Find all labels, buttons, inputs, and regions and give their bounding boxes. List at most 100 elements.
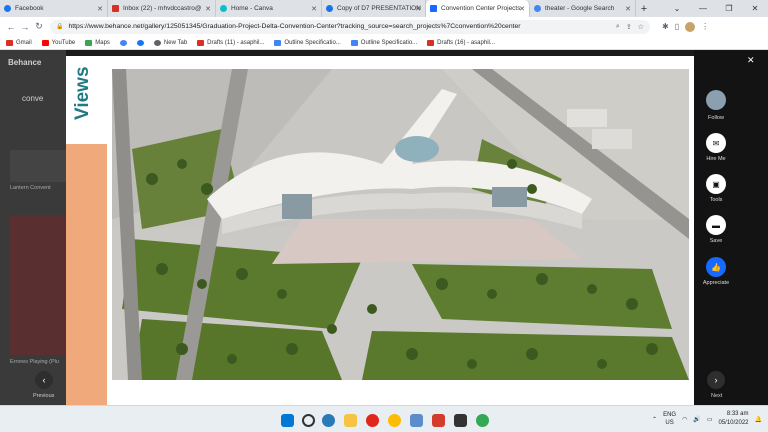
forward-icon[interactable]: → [18, 22, 32, 32]
menu-icon[interactable]: ⋮ [701, 22, 709, 31]
close-icon[interactable]: ✕ [747, 55, 755, 66]
tools-button[interactable]: ▣ [706, 174, 726, 194]
close-icon[interactable]: ✕ [205, 5, 211, 13]
start-icon[interactable] [281, 414, 294, 427]
globe-icon [153, 39, 161, 46]
tab-theater-search[interactable]: theater - Google Search ✕ [530, 0, 636, 17]
behance-icon [430, 5, 437, 12]
notifications-icon[interactable]: 🔔 [755, 416, 762, 423]
chrome-profile-icon[interactable] [476, 414, 489, 427]
language-indicator[interactable]: ENG US [663, 411, 676, 427]
edge-icon[interactable] [322, 414, 335, 427]
follow-label[interactable]: Follow [686, 115, 746, 121]
background-gallery: Behance conve Lantern Convent Errores Pl… [0, 50, 66, 405]
aerial-render-image [112, 69, 689, 380]
settings-icon[interactable] [410, 414, 423, 427]
sidebar-icon[interactable]: ▯ [675, 22, 679, 31]
project-thumbnail[interactable] [10, 215, 66, 355]
search-text: conve [22, 94, 44, 103]
facebook-icon [4, 5, 11, 12]
close-window-icon[interactable]: ✕ [742, 0, 768, 17]
google-icon [534, 5, 541, 12]
volume-icon[interactable]: 🔊 [693, 416, 700, 423]
bookmark-drafts-11[interactable]: Drafts (11) - asaphil... [197, 39, 264, 46]
tab-convention-center[interactable]: Convention Center Projects ✕ [426, 0, 530, 17]
mail-icon: ✉ [712, 138, 720, 148]
system-tray: ⌃ ENG US ◠ 🔊 ▭ 8:33 am 05/10/2022 🔔 [652, 410, 762, 428]
toolbar-right: ✱ ▯ ⋮ [662, 21, 709, 32]
address-bar: ← → ↻ 🔒 https://www.behance.net/gallery/… [0, 17, 768, 36]
behance-logo: Behance [8, 58, 42, 67]
close-icon[interactable]: ✕ [625, 5, 631, 13]
views-title: Views [72, 66, 93, 120]
bookmark-new-tab[interactable]: New Tab [153, 39, 187, 46]
tab-canva[interactable]: Home - Canva ✕ [216, 0, 322, 17]
project-caption: Lantern Convent [10, 185, 51, 191]
folder-icon: ▬ [712, 220, 720, 230]
bookmark-youtube[interactable]: YouTube [41, 39, 75, 46]
canva-icon [220, 5, 227, 12]
bookmark-outline-1[interactable]: Outline Specificatio... [274, 39, 341, 46]
close-icon[interactable]: ✕ [519, 5, 525, 13]
chrome-icon[interactable] [388, 414, 401, 427]
project-thumbnail[interactable] [10, 150, 66, 182]
behance-page: Behance conve Lantern Convent Errores Pl… [0, 50, 768, 405]
docs-icon [350, 39, 358, 46]
next-button[interactable]: › [707, 371, 725, 389]
owner-avatar[interactable] [706, 90, 726, 110]
tab-inbox[interactable]: Inbox (22) - mhvdccastro@ ✕ [108, 0, 216, 17]
orange-accent-strip [66, 144, 107, 405]
bookmark-chrome[interactable] [119, 39, 127, 46]
tab-presentation[interactable]: Copy of D7 PRESENTATION ✕ [322, 0, 426, 17]
save-button[interactable]: ▬ [706, 215, 726, 235]
maps-icon [85, 39, 93, 46]
close-icon[interactable]: ✕ [311, 5, 317, 13]
clock[interactable]: 8:33 am 05/10/2022 [718, 410, 748, 428]
profile-avatar[interactable] [685, 21, 696, 32]
back-icon[interactable]: ← [4, 22, 18, 32]
tab-facebook[interactable]: Facebook ✕ [0, 0, 108, 17]
lock-icon[interactable]: 🔒 [56, 23, 63, 30]
file-explorer-icon[interactable] [344, 414, 357, 427]
bookmark-facebook[interactable] [136, 39, 144, 46]
previous-button[interactable]: ‹ [35, 371, 53, 389]
battery-icon[interactable]: ▭ [707, 416, 713, 423]
close-icon[interactable]: ✕ [97, 5, 103, 13]
maximize-icon[interactable]: ❐ [716, 0, 742, 17]
gmail-icon [197, 39, 205, 46]
youtube-icon [41, 39, 49, 46]
bookmark-outline-2[interactable]: Outline Specificatio... [350, 39, 417, 46]
extensions-icon[interactable]: ✱ [662, 22, 669, 31]
gmail-icon [112, 5, 119, 12]
star-icon[interactable]: ☆ [638, 23, 644, 31]
bookmark-drafts-16[interactable]: Drafts (16) - asaphil... [427, 39, 495, 46]
zoom-icon[interactable]: ⌕ [616, 23, 620, 31]
reload-icon[interactable]: ↻ [32, 21, 46, 32]
bookmark-gmail[interactable]: Gmail [6, 39, 32, 46]
close-icon[interactable]: ✕ [415, 5, 421, 13]
chevron-down-icon[interactable]: ⌄ [664, 0, 690, 17]
facebook-icon [136, 39, 144, 46]
url-input[interactable]: 🔒 https://www.behance.net/gallery/125051… [50, 19, 650, 34]
wifi-icon[interactable]: ◠ [682, 416, 687, 423]
project-caption: Errores Playing (Plu [10, 359, 59, 365]
search-icon[interactable] [302, 414, 315, 427]
new-tab-button[interactable]: + [636, 3, 652, 15]
tab-strip: Facebook ✕ Inbox (22) - mhvdccastro@ ✕ H… [0, 0, 768, 17]
appreciate-button[interactable]: 👍 [706, 257, 726, 277]
tools-icon: ▣ [712, 179, 720, 189]
acrobat-icon[interactable] [432, 414, 445, 427]
window-controls: ⌄ — ❐ ✕ [664, 0, 768, 17]
docs-icon [274, 39, 282, 46]
bookmark-maps[interactable]: Maps [85, 39, 110, 46]
opera-icon[interactable] [366, 414, 379, 427]
slides-icon [326, 5, 333, 12]
gmail-icon [6, 39, 13, 46]
bookmarks-bar: Gmail YouTube Maps New Tab Drafts (11) -… [0, 36, 768, 50]
minimize-icon[interactable]: — [690, 0, 716, 17]
chevron-up-icon[interactable]: ⌃ [652, 416, 657, 423]
sticky-notes-icon[interactable] [454, 414, 467, 427]
share-icon[interactable]: ⇪ [626, 23, 632, 31]
hire-me-button[interactable]: ✉ [706, 133, 726, 153]
windows-taskbar: ⌃ ENG US ◠ 🔊 ▭ 8:33 am 05/10/2022 🔔 [0, 405, 768, 432]
